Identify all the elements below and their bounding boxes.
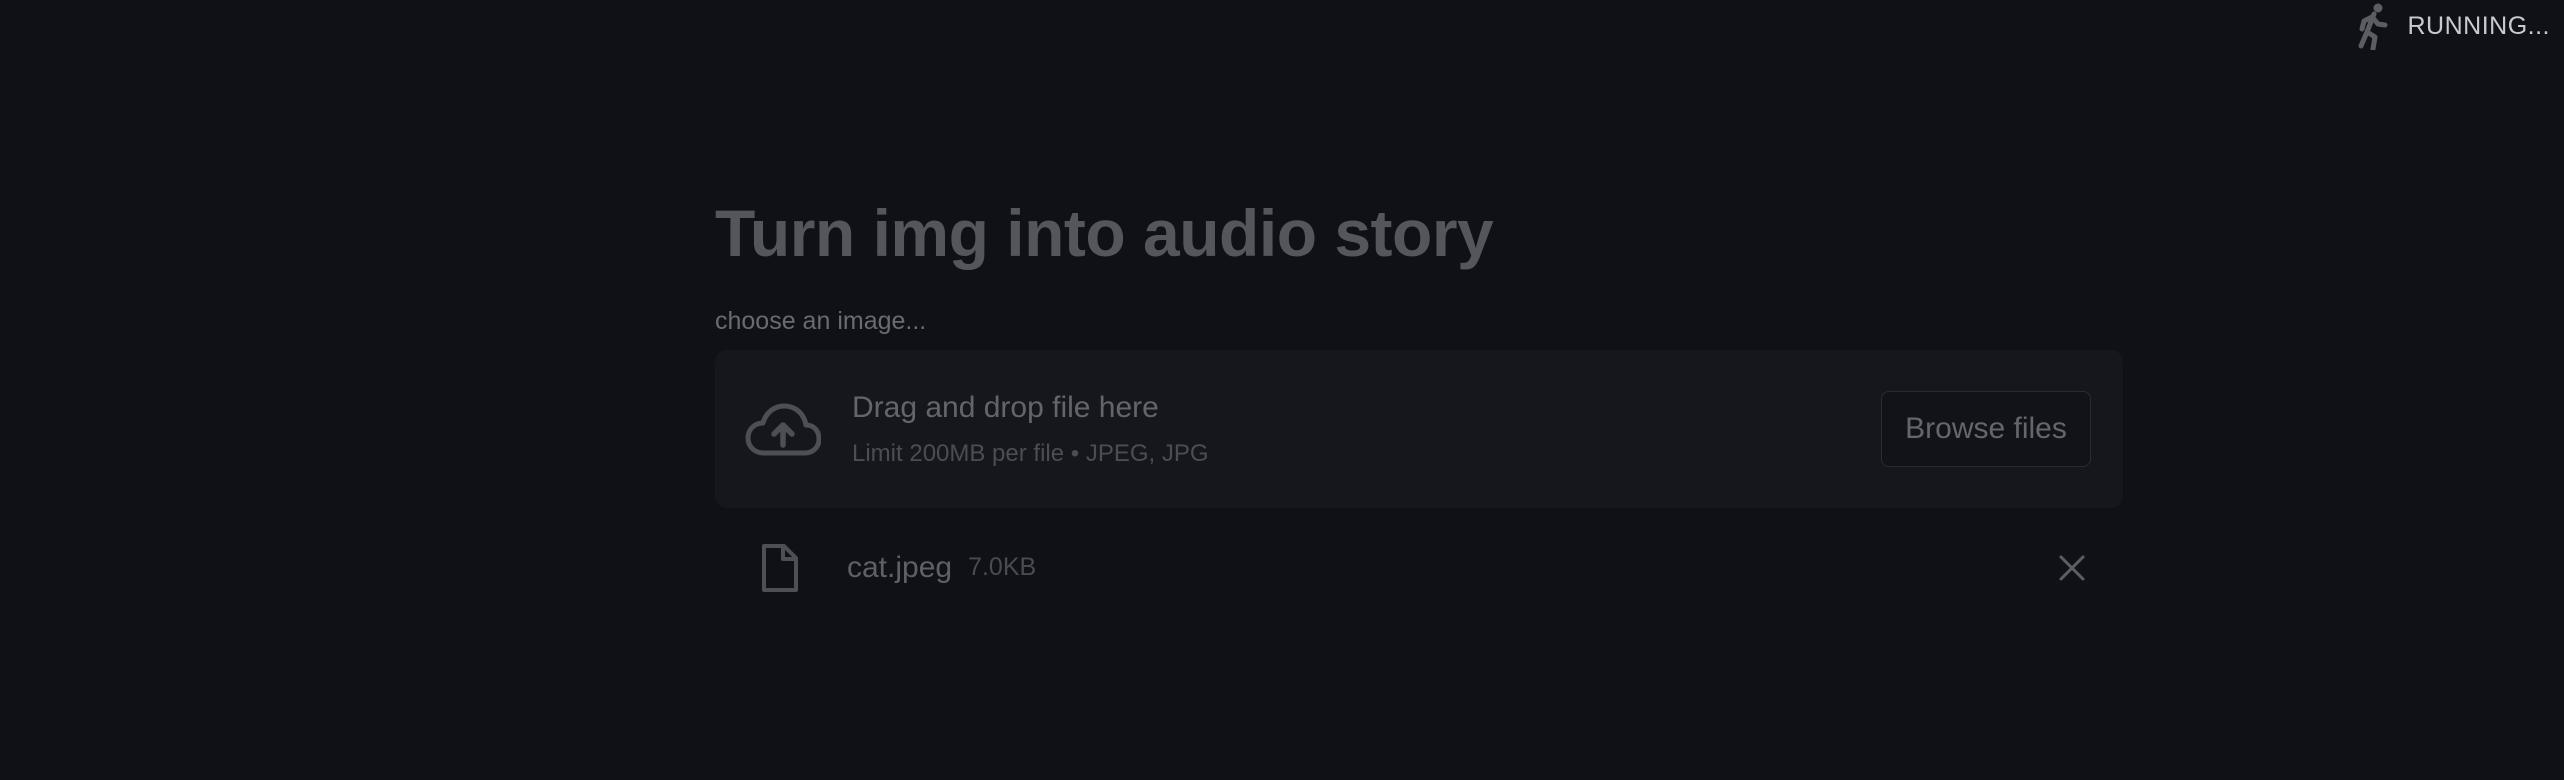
running-label: RUNNING... <box>2407 11 2550 40</box>
browse-files-button[interactable]: Browse files <box>1881 390 2091 467</box>
main-content: Turn img into audio story choose an imag… <box>715 196 2123 606</box>
running-person-icon <box>2358 3 2387 50</box>
file-size: 7.0KB <box>968 553 1037 582</box>
file-uploader-label: choose an image... <box>715 306 927 335</box>
close-icon[interactable] <box>2055 551 2089 585</box>
file-icon <box>762 543 798 592</box>
cloud-upload-icon <box>745 403 821 456</box>
running-status: RUNNING... <box>2352 0 2564 52</box>
dropzone-limit-text: Limit 200MB per file • JPEG, JPG <box>852 439 1209 467</box>
uploaded-file-row: cat.jpeg 7.0KB <box>715 530 2123 606</box>
dropzone-title: Drag and drop file here <box>852 390 1159 424</box>
file-dropzone[interactable]: Drag and drop file here Limit 200MB per … <box>715 349 2123 508</box>
file-name: cat.jpeg <box>847 550 953 584</box>
page-title: Turn img into audio story <box>715 196 1494 270</box>
app-page: RUNNING... Turn img into audio story cho… <box>0 0 2564 780</box>
dropzone-text: Drag and drop file here Limit 200MB per … <box>852 390 1881 468</box>
